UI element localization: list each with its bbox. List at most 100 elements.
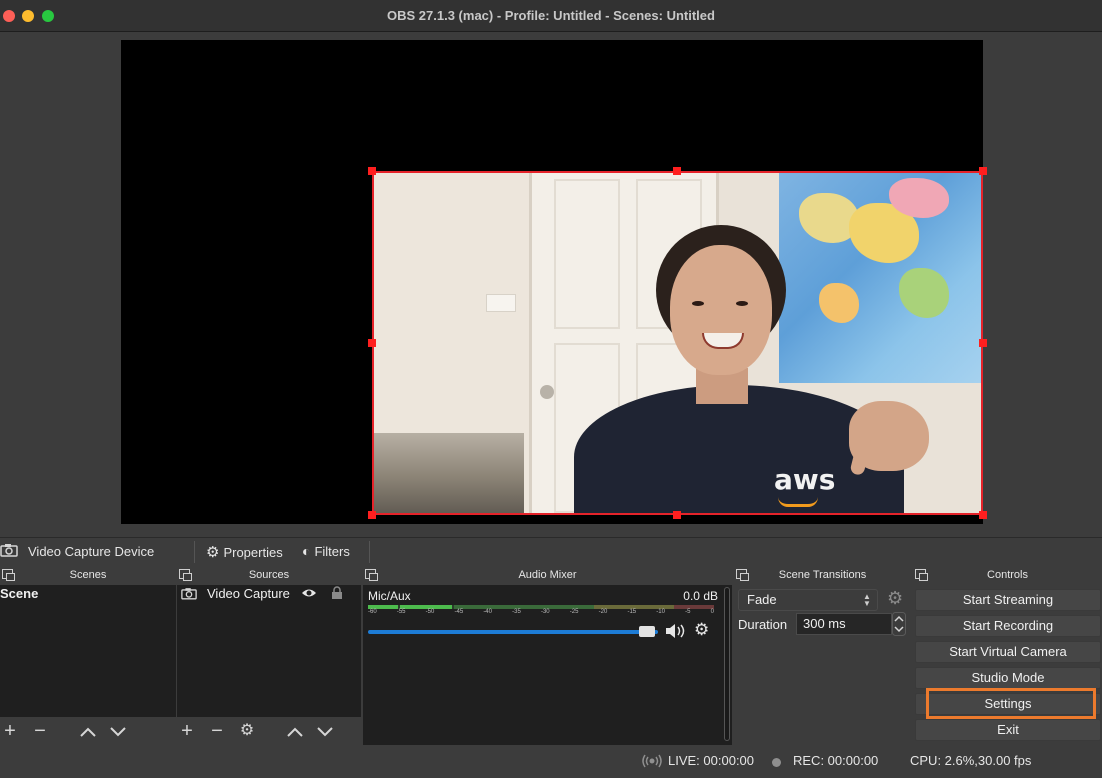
meter-tick-label: -20 [598,609,608,615]
select-chevron-icon: ▲ ▼ [863,592,871,608]
scene-item[interactable]: Scene [0,585,176,603]
dock-float-icon[interactable] [915,569,928,581]
desk-clutter [374,433,524,513]
properties-button[interactable]: ⚙ Properties [206,543,283,561]
gear-icon[interactable]: ⚙ [887,588,903,609]
world-map [779,173,981,383]
resize-handle-bm[interactable] [673,511,681,519]
window-title: OBS 27.1.3 (mac) - Profile: Untitled - S… [387,8,715,23]
start-recording-button[interactable]: Start Recording [915,615,1101,637]
preview-area[interactable]: aws [0,32,1102,532]
filters-icon: ◐ [302,543,311,559]
resize-handle-mr[interactable] [979,339,987,347]
resize-handle-tr[interactable] [979,167,987,175]
chevron-down-icon[interactable] [110,721,126,741]
audio-mixer-header: Audio Mixer [363,565,732,585]
scenes-toolbar: + − [0,717,176,745]
resize-handle-tl[interactable] [368,167,376,175]
sources-dock-header: Sources [177,565,361,585]
transition-select[interactable]: Fade ▲ ▼ [738,589,878,611]
person-face [670,245,772,375]
light-switch [486,294,516,312]
gear-icon[interactable]: ⚙ [694,620,709,640]
chevron-up-icon[interactable] [287,721,303,741]
meter-tick-label: -10 [656,609,665,615]
audio-mixer-dock: Audio Mixer Mic/Aux 0.0 dB -60 -55 -50 -45-… [363,565,732,745]
controls-body: Start Streaming Start Recording Start Vi… [913,585,1102,745]
source-item-label: Video Capture [207,586,290,601]
scene-transitions-body: Fade ▲ ▼ ⚙ Duration 300 ms [734,585,911,745]
sources-toolbar: + − ⚙ [177,717,361,745]
audio-mixer-body: Mic/Aux 0.0 dB -60 -55 -50 -45 -40 -35 -30 -25-… [363,585,732,745]
dock-float-icon[interactable] [365,569,378,581]
start-streaming-button[interactable]: Start Streaming [915,589,1101,611]
minus-icon[interactable]: − [32,721,48,741]
resize-handle-br[interactable] [979,511,987,519]
plus-icon[interactable]: + [179,721,195,741]
gear-icon[interactable]: ⚙ [239,721,255,741]
meter-tick-label: -30 [540,609,550,615]
exit-button[interactable]: Exit [915,719,1101,741]
chevron-down-icon[interactable] [317,721,333,741]
title-bar: OBS 27.1.3 (mac) - Profile: Untitled - S… [0,0,1102,32]
settings-highlight-box [926,688,1096,719]
filters-button[interactable]: ◐ Filters [302,543,350,559]
resize-handle-ml[interactable] [368,339,376,347]
sources-dock: Sources Video Capture + − ⚙ [177,565,361,745]
scene-transitions-header: Scene Transitions [734,565,911,585]
source-item[interactable]: Video Capture [177,585,361,603]
aws-logo: aws [774,463,836,496]
audio-meter-ticks: -60 -55 -50 -45 -40 -35 -30 -25 -20 -15 -10 -5 0 [368,609,714,615]
controls-header: Controls [913,565,1102,585]
volume-slider-track[interactable] [368,630,658,634]
dock-float-icon[interactable] [736,569,749,581]
meter-tick-label: 0 [710,609,714,615]
mixer-scrollbar[interactable] [724,587,730,741]
scenes-dock-header: Scenes [0,565,176,585]
scene-transitions-dock: Scene Transitions Fade ▲ ▼ ⚙ Duration 300… [734,565,911,745]
camera-feed-image: aws [374,173,981,513]
duration-input[interactable]: 300 ms [796,613,892,635]
aws-logo-smile [778,497,818,507]
rec-indicator-icon [772,758,781,767]
gear-icon: ⚙ [206,544,220,561]
dock-float-icon[interactable] [179,569,192,581]
start-virtual-camera-button[interactable]: Start Virtual Camera [915,641,1101,663]
lock-icon[interactable] [331,586,343,605]
sources-list[interactable]: Video Capture [177,585,361,717]
mixer-channel-name: Mic/Aux [368,589,411,603]
meter-tick-label: -40 [483,609,492,615]
video-capture-source-frame[interactable]: aws [372,171,983,515]
eye-icon[interactable] [301,586,317,604]
meter-tick-label: -15 [627,609,637,615]
meter-tick-label: -55 [396,609,406,615]
meter-tick-label: -5 [685,609,691,615]
live-icon [642,753,662,772]
live-timer: LIVE: 00:00:00 [668,753,755,768]
selected-source: Video Capture Device [0,543,154,560]
chevron-up-icon[interactable] [80,721,96,741]
meter-tick-label: -60 [368,609,377,615]
preview-canvas[interactable]: aws [121,40,987,524]
door-knob [540,385,554,399]
meter-tick-label: -50 [425,609,435,615]
scenes-list[interactable]: Scene [0,585,176,717]
duration-label: Duration [738,617,788,632]
resize-handle-bl[interactable] [368,511,376,519]
scenes-dock: Scenes Scene + − [0,565,176,745]
duration-stepper[interactable] [892,612,906,636]
meter-tick-label: -35 [512,609,521,615]
volume-slider-handle[interactable] [639,626,655,637]
camera-icon [0,543,18,560]
meter-tick-label: -45 [454,609,464,615]
speaker-icon[interactable] [665,623,687,642]
plus-icon[interactable]: + [2,721,18,741]
status-bar: LIVE: 00:00:00 REC: 00:00:00 CPU: 2.6%,3… [0,745,1102,778]
studio-mode-button[interactable]: Studio Mode [915,667,1101,689]
camera-icon [181,587,197,605]
selected-source-name: Video Capture Device [28,544,155,559]
minus-icon[interactable]: − [209,721,225,741]
cpu-fps-readout: CPU: 2.6%,30.00 fps [910,753,1032,768]
dock-float-icon[interactable] [2,569,15,581]
resize-handle-tm[interactable] [673,167,681,175]
